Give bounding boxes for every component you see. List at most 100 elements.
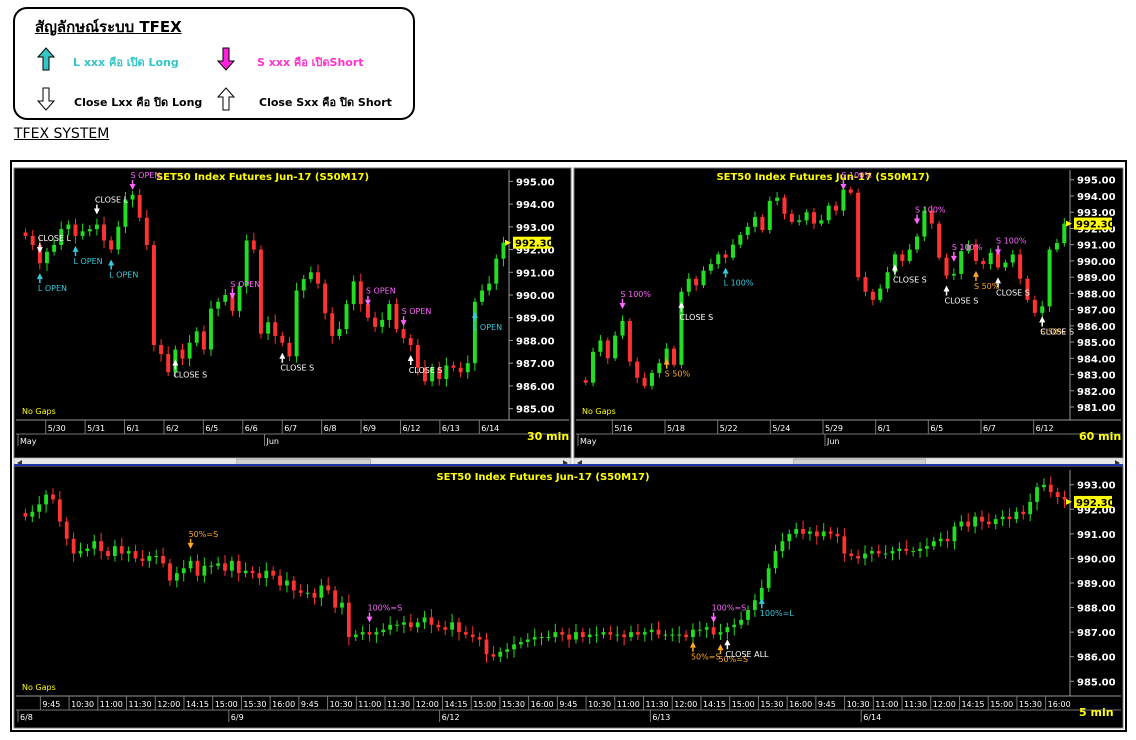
candle-body (353, 634, 358, 638)
x-tick-label: 5/31 (87, 424, 105, 433)
candle-body (394, 304, 399, 330)
candle-body (1035, 487, 1039, 502)
candle-body (44, 494, 48, 505)
chart-title: SET50 Index Futures Jun-17 (S50M17) (716, 172, 929, 183)
chart-panel-1 (573, 167, 1124, 459)
candle-body (635, 361, 640, 378)
candle-body (773, 551, 778, 569)
candle-body (429, 617, 434, 625)
candle-body (1062, 497, 1067, 500)
x-tick-label: 11:00 (358, 700, 381, 709)
candle-body (591, 351, 596, 383)
candle-body (80, 231, 85, 236)
candle-body (154, 555, 159, 557)
x-tick-label: 5/18 (667, 424, 685, 433)
candle-body (51, 494, 55, 500)
candle-body (264, 570, 269, 579)
candle-body (620, 320, 625, 336)
signal-label: S OPEN (366, 287, 396, 296)
x-tick-label: 5/30 (48, 424, 66, 433)
candle-body (856, 555, 861, 559)
x-tick-label: 6/6 (245, 424, 258, 433)
x-tick-label: 6/1 (878, 424, 891, 433)
candle-body (598, 340, 603, 352)
signal-label: CLOSE S (280, 364, 314, 373)
candle-body (828, 531, 833, 534)
candle-body (629, 632, 633, 638)
candle-body (99, 541, 104, 552)
candle-body (257, 573, 262, 579)
close-short-arrow-icon (217, 87, 235, 111)
candle-body (278, 575, 282, 586)
signal-label: 100%=S (712, 604, 747, 613)
y-tick-label: 995.00 (1077, 176, 1116, 187)
signal-label: L OPEN (38, 284, 67, 293)
candle-body (931, 541, 936, 547)
signal-label: S 100% (621, 290, 652, 299)
candle-body (760, 217, 765, 231)
candle-body (209, 565, 214, 567)
candle-body (308, 272, 313, 280)
y-tick-label: 985.00 (1077, 677, 1116, 688)
candle-body (642, 632, 647, 635)
candle-body (782, 197, 787, 214)
candle-body (890, 551, 895, 554)
signal-label: CLOSE S (409, 366, 443, 375)
x-tick-label: 15:00 (215, 700, 238, 709)
candle-body (583, 380, 588, 383)
date-label: 6/12 (442, 713, 460, 722)
candle-body (883, 553, 888, 555)
candle-body (258, 249, 263, 334)
last-price-label: 992.30 (1076, 220, 1115, 231)
candle-body (23, 232, 28, 236)
x-tick-label: 16:00 (272, 700, 295, 709)
candle-body (642, 377, 647, 386)
date-label: Jun (266, 437, 280, 446)
candle-body (808, 531, 812, 534)
candle-body (1018, 254, 1023, 279)
y-tick-label: 988.00 (1077, 604, 1116, 615)
candle-body (180, 349, 185, 359)
candle-body (360, 632, 365, 635)
x-tick-label: 5/29 (825, 424, 843, 433)
y-tick-label: 993.00 (1077, 208, 1116, 219)
candle-body (280, 335, 285, 343)
chart-panel-2 (13, 465, 1124, 729)
x-tick-label: 6/1 (127, 424, 140, 433)
candle-body (78, 551, 83, 554)
signal-label: L OPEN (109, 271, 138, 280)
candle-body (236, 560, 241, 574)
charts-canvas: 995.00994.00993.00992.00991.00990.00989.… (13, 167, 1124, 729)
candle-body (841, 189, 846, 211)
signal-label: S OPEN (131, 171, 161, 180)
candle-body (52, 245, 57, 252)
candle-body (1048, 484, 1053, 493)
candle-body (102, 224, 106, 241)
close-long-label: Close Lxx คือ ปิด Long (74, 96, 203, 109)
y-tick-label: 989.00 (1077, 579, 1116, 590)
candle-body (287, 342, 292, 357)
candle-body (450, 622, 454, 630)
candle-body (1062, 223, 1067, 244)
x-tick-label: 15:30 (243, 700, 266, 709)
candle-body (732, 624, 737, 628)
candle-body (477, 637, 482, 640)
candle-body (677, 634, 682, 636)
candle-body (195, 560, 200, 576)
candle-body (657, 363, 662, 373)
candle-body (367, 632, 372, 635)
candle-body (137, 195, 142, 218)
candle-body (613, 335, 618, 359)
candle-body (601, 632, 606, 635)
y-tick-label: 991.00 (1077, 530, 1116, 541)
x-tick-label: 6/12 (402, 424, 420, 433)
x-tick-label: 14:15 (703, 700, 726, 709)
candle-body (627, 320, 632, 362)
candle-body (560, 632, 565, 635)
candle-body (863, 553, 867, 559)
candle-body (266, 322, 271, 334)
candle-body (746, 610, 750, 620)
x-tick-label: 15:30 (1019, 700, 1042, 709)
candle-body (1047, 249, 1052, 307)
candle-body (980, 516, 984, 522)
